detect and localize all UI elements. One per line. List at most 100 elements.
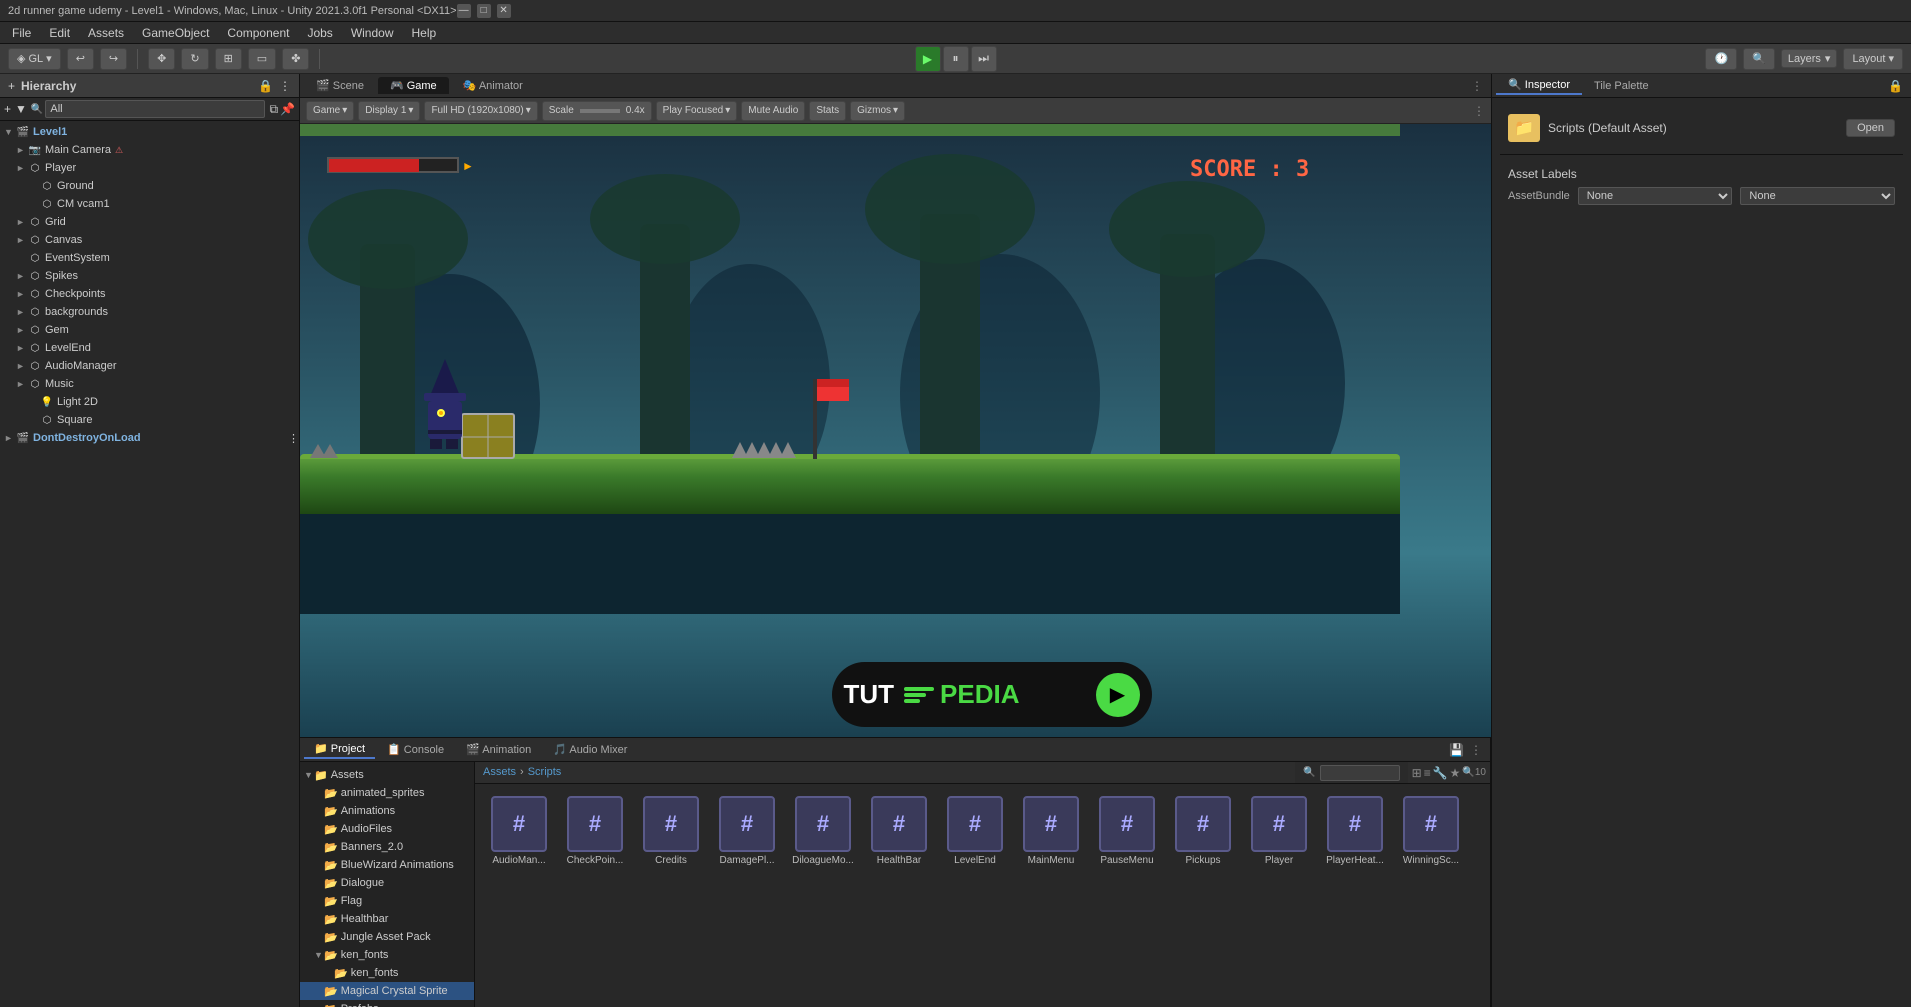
project-filter-button[interactable]: 🔧 — [1433, 766, 1448, 780]
game-dropdown[interactable]: Game ▾ — [306, 101, 354, 121]
hierarchy-lock-icon[interactable]: 🔒 — [258, 79, 273, 93]
tab-animation[interactable]: 🎬 Animation — [456, 741, 541, 758]
breadcrumb-assets[interactable]: Assets — [483, 766, 516, 778]
tree-item-animated-sprites[interactable]: 📂 animated_sprites — [300, 784, 474, 802]
tree-item-magical-crystal[interactable]: 📂 Magical Crystal Sprite — [300, 982, 474, 1000]
hierarchy-item-audiomanager[interactable]: ► ⬡ AudioManager — [0, 357, 299, 375]
menu-file[interactable]: File — [4, 24, 39, 42]
project-save-icon[interactable]: 💾 — [1449, 743, 1464, 757]
file-healthbar[interactable]: # HealthBar — [863, 792, 935, 870]
hierarchy-item-eventsystem[interactable]: ⬡ EventSystem — [0, 249, 299, 267]
hierarchy-options-icon[interactable]: ⋮ — [279, 79, 291, 93]
tab-project[interactable]: 📁 Project — [304, 740, 375, 759]
undo-button[interactable]: ↩ — [67, 48, 94, 70]
gl-dropdown[interactable]: ◈ GL ▾ — [8, 48, 61, 70]
game-toolbar-options-icon[interactable]: ⋮ — [1473, 104, 1485, 118]
hierarchy-item-cmvcam1[interactable]: ⬡ CM vcam1 — [0, 195, 299, 213]
tutpedia-play-button[interactable]: ▶ — [1096, 673, 1140, 717]
hierarchy-item-dontdestroyonload[interactable]: ► 🎬 DontDestroyOnLoad ⋮ — [0, 429, 299, 447]
gizmos-dropdown[interactable]: Gizmos ▾ — [850, 101, 905, 121]
hierarchy-item-light2d[interactable]: 💡 Light 2D — [0, 393, 299, 411]
tree-item-ken-fonts[interactable]: ▼ 📂 ken_fonts — [300, 946, 474, 964]
tree-item-healthbar[interactable]: 📂 Healthbar — [300, 910, 474, 928]
tree-item-prefabs[interactable]: 📂 Prefabs — [300, 1000, 474, 1007]
layout-dropdown[interactable]: Layout ▾ — [1843, 48, 1903, 70]
project-star-button[interactable]: ★ — [1450, 766, 1461, 780]
tab-game[interactable]: 🎮 Game — [378, 77, 449, 94]
hierarchy-item-ground[interactable]: ⬡ Ground — [0, 177, 299, 195]
redo-button[interactable]: ↪ — [100, 48, 127, 70]
file-player[interactable]: # Player — [1243, 792, 1315, 870]
inspector-lock-icon[interactable]: 🔒 — [1888, 79, 1903, 93]
hierarchy-item-spikes[interactable]: ► ⬡ Spikes — [0, 267, 299, 285]
tab-audio-mixer[interactable]: 🎵 Audio Mixer — [543, 741, 637, 758]
hierarchy-copy-icon[interactable]: ⧉ — [269, 102, 278, 117]
tree-item-assets[interactable]: ▼ 📁 Assets — [300, 766, 474, 784]
hierarchy-item-music[interactable]: ► ⬡ Music — [0, 375, 299, 393]
menu-gameobject[interactable]: GameObject — [134, 24, 217, 42]
move-tool[interactable]: ✥ — [148, 48, 175, 70]
hierarchy-add-button[interactable]: + — [8, 79, 15, 93]
open-button[interactable]: Open — [1846, 119, 1895, 137]
tree-item-audiofiles[interactable]: 📂 AudioFiles — [300, 820, 474, 838]
dontdestroy-options-icon[interactable]: ⋮ — [288, 432, 299, 445]
file-playerheat[interactable]: # PlayerHeat... — [1319, 792, 1391, 870]
tree-item-ken-fonts-sub[interactable]: 📂 ken_fonts — [300, 964, 474, 982]
file-pausemenu[interactable]: # PauseMenu — [1091, 792, 1163, 870]
menu-edit[interactable]: Edit — [41, 24, 78, 42]
tab-console[interactable]: 📋 Console — [377, 741, 454, 758]
hierarchy-item-checkpoints[interactable]: ► ⬡ Checkpoints — [0, 285, 299, 303]
project-options-icon[interactable]: ⋮ — [1470, 743, 1482, 757]
pause-button[interactable]: ⏸ — [943, 46, 969, 72]
minimize-button[interactable]: — — [457, 4, 471, 18]
step-button[interactable]: ⏭ — [971, 46, 997, 72]
hierarchy-item-backgrounds[interactable]: ► ⬡ backgrounds — [0, 303, 299, 321]
file-audiomanager[interactable]: # AudioMan... — [483, 792, 555, 870]
hierarchy-item-levelend[interactable]: ► ⬡ LevelEnd — [0, 339, 299, 357]
tree-item-bluewizard[interactable]: 📂 BlueWizard Animations — [300, 856, 474, 874]
play-focused-dropdown[interactable]: Play Focused ▾ — [656, 101, 738, 121]
hierarchy-item-gem[interactable]: ► ⬡ Gem — [0, 321, 299, 339]
menu-assets[interactable]: Assets — [80, 24, 132, 42]
hierarchy-item-level1[interactable]: ▼ 🎬 Level1 — [0, 123, 299, 141]
tab-animator[interactable]: 🎭 Animator — [451, 77, 535, 94]
file-winningsc[interactable]: # WinningSc... — [1395, 792, 1467, 870]
tab-inspector[interactable]: 🔍 Inspector — [1496, 76, 1582, 95]
hierarchy-item-maincamera[interactable]: ► 📷 Main Camera ⚠ — [0, 141, 299, 159]
tab-scene[interactable]: 🎬 Scene — [304, 77, 376, 94]
hierarchy-item-square[interactable]: ⬡ Square — [0, 411, 299, 429]
hierarchy-item-canvas[interactable]: ► ⬡ Canvas — [0, 231, 299, 249]
rotate-tool[interactable]: ↻ — [181, 48, 208, 70]
asset-bundle-select-1[interactable]: None — [1578, 187, 1733, 205]
asset-bundle-select-2[interactable]: None — [1740, 187, 1895, 205]
file-mainmenu[interactable]: # MainMenu — [1015, 792, 1087, 870]
mute-audio-button[interactable]: Mute Audio — [741, 101, 805, 121]
tree-item-jungle[interactable]: 📂 Jungle Asset Pack — [300, 928, 474, 946]
hierarchy-pin-icon[interactable]: 📌 — [280, 102, 295, 116]
file-levelend[interactable]: # LevelEnd — [939, 792, 1011, 870]
hierarchy-search-add[interactable]: + — [4, 102, 11, 116]
hierarchy-item-grid[interactable]: ► ⬡ Grid — [0, 213, 299, 231]
tree-item-flag[interactable]: 📂 Flag — [300, 892, 474, 910]
display-dropdown[interactable]: Display 1 ▾ — [358, 101, 420, 121]
menu-component[interactable]: Component — [219, 24, 297, 42]
tree-item-animations[interactable]: 📂 Animations — [300, 802, 474, 820]
search-button[interactable]: 🔍 — [1743, 48, 1775, 70]
history-button[interactable]: 🕐 — [1705, 48, 1737, 70]
close-button[interactable]: ✕ — [497, 4, 511, 18]
file-pickups[interactable]: # Pickups — [1167, 792, 1239, 870]
file-credits[interactable]: # Credits — [635, 792, 707, 870]
view-options-icon[interactable]: ⋮ — [1467, 79, 1487, 93]
project-icon-view-button[interactable]: ⊞ — [1412, 766, 1422, 780]
menu-jobs[interactable]: Jobs — [299, 24, 340, 42]
rect-tool[interactable]: ▭ — [248, 48, 276, 70]
file-diloagueme[interactable]: # DiloagueMo... — [787, 792, 859, 870]
layers-dropdown[interactable]: Layers ▾ — [1781, 49, 1838, 68]
stats-button[interactable]: Stats — [809, 101, 846, 121]
hierarchy-item-player[interactable]: ► ⬡ Player — [0, 159, 299, 177]
scale-tool[interactable]: ⊞ — [215, 48, 242, 70]
breadcrumb-scripts[interactable]: Scripts — [528, 766, 562, 778]
project-search-input[interactable] — [1320, 765, 1400, 781]
play-button[interactable]: ▶ — [915, 46, 941, 72]
menu-window[interactable]: Window — [343, 24, 402, 42]
